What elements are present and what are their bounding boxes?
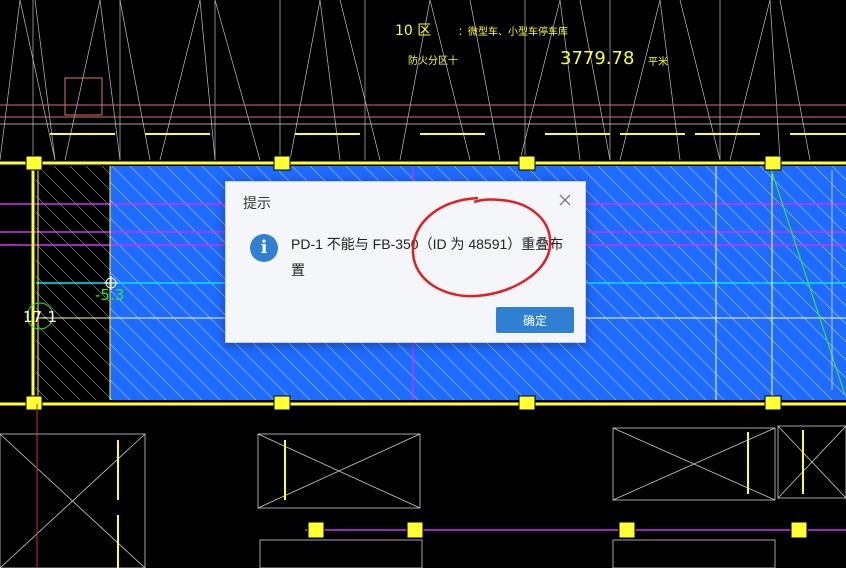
dialog-title: 提示 [243, 195, 271, 211]
elevation-label: -5.3 [95, 286, 125, 304]
zone-label: 10 区 [395, 23, 432, 39]
lower-truss-boxes [0, 425, 846, 568]
fire-compartment-label: 防火分区十 [408, 56, 458, 67]
upper-beam-lines [0, 77, 846, 125]
ok-button[interactable]: 确定 [496, 307, 574, 333]
area-unit: 平米 [648, 57, 668, 68]
lower-yellow-bars [117, 430, 804, 568]
close-icon[interactable] [555, 190, 575, 210]
prompt-dialog: 提示 i PD-1 不能与 FB-350（ID 为 48591）重叠布置 确定 [225, 181, 586, 343]
axis-label: 17-1 [23, 308, 58, 326]
area-value: 3779.78 [560, 48, 635, 69]
dialog-message: PD-1 不能与 FB-350（ID 为 48591）重叠布置 [291, 236, 564, 278]
zone-description: ：微型车、小型车停车库 [458, 27, 568, 38]
info-icon: i [250, 234, 278, 262]
